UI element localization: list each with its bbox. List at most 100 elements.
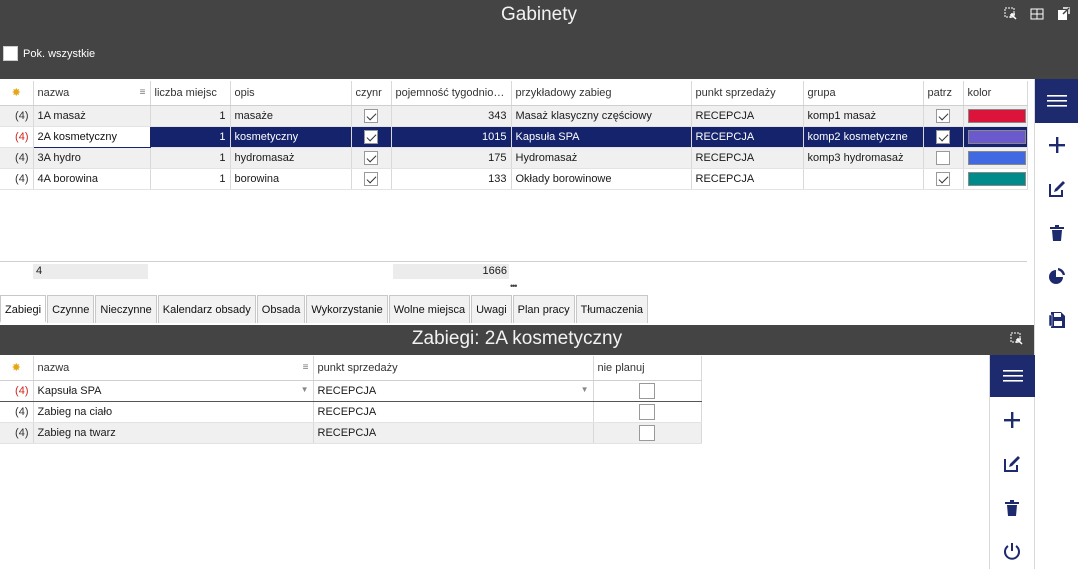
cell-czynny[interactable] xyxy=(351,147,392,169)
edit-icon[interactable] xyxy=(1047,179,1067,199)
panel-splitter[interactable]: ••• xyxy=(510,281,518,291)
cell-kolor[interactable] xyxy=(963,126,1028,148)
column-header-nazwa[interactable]: nazwa ≡ xyxy=(33,81,151,106)
cell-zabieg[interactable]: Masaż klasyczny częściowy xyxy=(511,105,692,127)
czynny-checkbox[interactable] xyxy=(364,108,378,123)
cell-zabieg[interactable]: Kapsuła SPA xyxy=(511,126,692,148)
tab-obsada[interactable]: Obsada xyxy=(256,295,306,323)
color-swatch[interactable] xyxy=(967,150,1026,165)
table-row[interactable]: (4) Kapsuła SPA ▼ RECEPCJA ▼ xyxy=(0,379,702,402)
czynny-checkbox[interactable] xyxy=(364,171,378,186)
cell-nie-planuj[interactable] xyxy=(593,422,702,444)
cell-czynny[interactable] xyxy=(351,126,392,148)
table-row[interactable]: (4) 4A borowina 1 borowina 133 Okłady bo… xyxy=(0,168,1028,190)
table-row[interactable]: (4) Zabieg na twarz RECEPCJA xyxy=(0,422,702,444)
cell-patrz[interactable] xyxy=(923,126,964,148)
column-header-punkt-sprzedazy[interactable]: punkt sprzedaży xyxy=(313,356,594,381)
sort-icon[interactable]: ≡ xyxy=(303,362,309,373)
tab-nieczynne[interactable]: Nieczynne xyxy=(95,295,157,323)
tab-zabiegi[interactable]: Zabiegi xyxy=(0,295,47,323)
patrz-checkbox[interactable] xyxy=(936,150,950,165)
column-header-czynny[interactable]: czynr xyxy=(351,81,392,106)
cell-grupa[interactable] xyxy=(803,168,924,190)
cell-nie-planuj[interactable] xyxy=(593,379,702,402)
cell-zabieg[interactable]: Hydromasaż xyxy=(511,147,692,169)
nie-planuj-checkbox[interactable] xyxy=(639,382,655,399)
cell-pojemnosc[interactable]: 1015 xyxy=(391,126,512,148)
patrz-checkbox[interactable] xyxy=(936,129,950,144)
chart-icon[interactable] xyxy=(1047,266,1067,286)
export-icon[interactable] xyxy=(1056,7,1070,21)
table-row[interactable]: (4) 3A hydro 1 hydromasaż 175 Hydromasaż… xyxy=(0,147,1028,169)
cell-nazwa[interactable]: Kapsuła SPA ▼ xyxy=(33,379,314,402)
column-header-punkt-sprzedazy[interactable]: punkt sprzedaży xyxy=(691,81,804,106)
column-header-opis[interactable]: opis xyxy=(230,81,352,106)
cell-nie-planuj[interactable] xyxy=(593,401,702,423)
cell-grupa[interactable]: komp2 kosmetyczne xyxy=(803,126,924,148)
tab-plan-pracy[interactable]: Plan pracy xyxy=(512,295,575,323)
cell-opis[interactable]: masaże xyxy=(230,105,352,127)
power-icon[interactable] xyxy=(1002,541,1022,561)
dropdown-arrow-icon[interactable]: ▼ xyxy=(581,385,589,394)
delete-icon[interactable] xyxy=(1047,223,1067,243)
add-icon[interactable] xyxy=(1002,410,1022,430)
cell-punkt[interactable]: RECEPCJA xyxy=(691,126,804,148)
cell-pojemnosc[interactable]: 133 xyxy=(391,168,512,190)
cell-czynny[interactable] xyxy=(351,105,392,127)
table-row[interactable]: (4) Zabieg na ciało RECEPCJA xyxy=(0,401,702,423)
column-header-nie-planuj[interactable]: nie planuj xyxy=(593,356,702,381)
tab-kalendarz-obsady[interactable]: Kalendarz obsady xyxy=(157,295,256,323)
column-header-pojemnosc[interactable]: pojemność tygodniowa xyxy=(391,81,512,106)
cell-punkt[interactable]: RECEPCJA xyxy=(691,105,804,127)
column-header-kolor[interactable]: kolor xyxy=(963,81,1028,106)
sort-icon[interactable]: ≡ xyxy=(140,87,146,98)
cell-liczba-miejsc[interactable]: 1 xyxy=(150,126,231,148)
czynny-checkbox[interactable] xyxy=(364,129,378,144)
cell-punkt[interactable]: RECEPCJA ▼ xyxy=(313,379,594,402)
select-icon[interactable] xyxy=(1010,332,1024,346)
tab-wolne-miejsca[interactable]: Wolne miejsca xyxy=(388,295,471,323)
cell-pojemnosc[interactable]: 175 xyxy=(391,147,512,169)
cell-kolor[interactable] xyxy=(963,168,1028,190)
column-header-liczba-miejsc[interactable]: liczba miejsc xyxy=(150,81,231,106)
layout-icon[interactable] xyxy=(1030,7,1044,21)
cell-nazwa[interactable]: 2A kosmetyczny xyxy=(32,125,151,148)
cell-punkt[interactable]: RECEPCJA xyxy=(691,147,804,169)
cell-punkt[interactable]: RECEPCJA xyxy=(313,422,594,444)
patrz-checkbox[interactable] xyxy=(936,108,950,123)
cell-nazwa[interactable]: 3A hydro xyxy=(33,147,151,169)
select-icon[interactable] xyxy=(1004,7,1018,21)
new-row-icon[interactable]: ✸ xyxy=(0,356,34,381)
cell-zabieg[interactable]: Okłady borowinowe xyxy=(511,168,692,190)
column-header-grupa[interactable]: grupa xyxy=(803,81,924,106)
cell-grupa[interactable]: komp3 hydromasaż xyxy=(803,147,924,169)
table-row[interactable]: (4) 1A masaż 1 masaże 343 Masaż klasyczn… xyxy=(0,105,1028,127)
cell-nazwa[interactable]: 1A masaż xyxy=(33,105,151,127)
cell-opis[interactable]: hydromasaż xyxy=(230,147,352,169)
cell-kolor[interactable] xyxy=(963,147,1028,169)
color-swatch[interactable] xyxy=(967,108,1026,123)
cell-patrz[interactable] xyxy=(923,147,964,169)
tab-czynne[interactable]: Czynne xyxy=(47,295,95,323)
tab-wykorzystanie[interactable]: Wykorzystanie xyxy=(306,295,388,323)
cell-liczba-miejsc[interactable]: 1 xyxy=(150,168,231,190)
table-row[interactable]: (4) 2A kosmetyczny 1 kosmetyczny 1015 Ka… xyxy=(0,125,1028,148)
add-icon[interactable] xyxy=(1047,135,1067,155)
tab-uwagi[interactable]: Uwagi xyxy=(471,295,512,323)
cell-nazwa[interactable]: 4A borowina xyxy=(33,168,151,190)
cell-nazwa[interactable]: Zabieg na ciało xyxy=(33,401,314,423)
cell-liczba-miejsc[interactable]: 1 xyxy=(150,105,231,127)
dropdown-arrow-icon[interactable]: ▼ xyxy=(301,385,309,394)
edit-icon[interactable] xyxy=(1002,454,1022,474)
nie-planuj-checkbox[interactable] xyxy=(639,424,655,441)
color-swatch[interactable] xyxy=(967,129,1026,144)
cell-pojemnosc[interactable]: 343 xyxy=(391,105,512,127)
menu-button[interactable] xyxy=(990,355,1035,397)
new-row-icon[interactable]: ✸ xyxy=(0,81,34,106)
cell-punkt[interactable]: RECEPCJA xyxy=(691,168,804,190)
cell-liczba-miejsc[interactable]: 1 xyxy=(150,147,231,169)
tab-tlumaczenia[interactable]: Tłumaczenia xyxy=(575,295,648,323)
column-header-patrz[interactable]: patrz xyxy=(923,81,964,106)
cell-punkt[interactable]: RECEPCJA xyxy=(313,401,594,423)
color-swatch[interactable] xyxy=(967,171,1026,186)
